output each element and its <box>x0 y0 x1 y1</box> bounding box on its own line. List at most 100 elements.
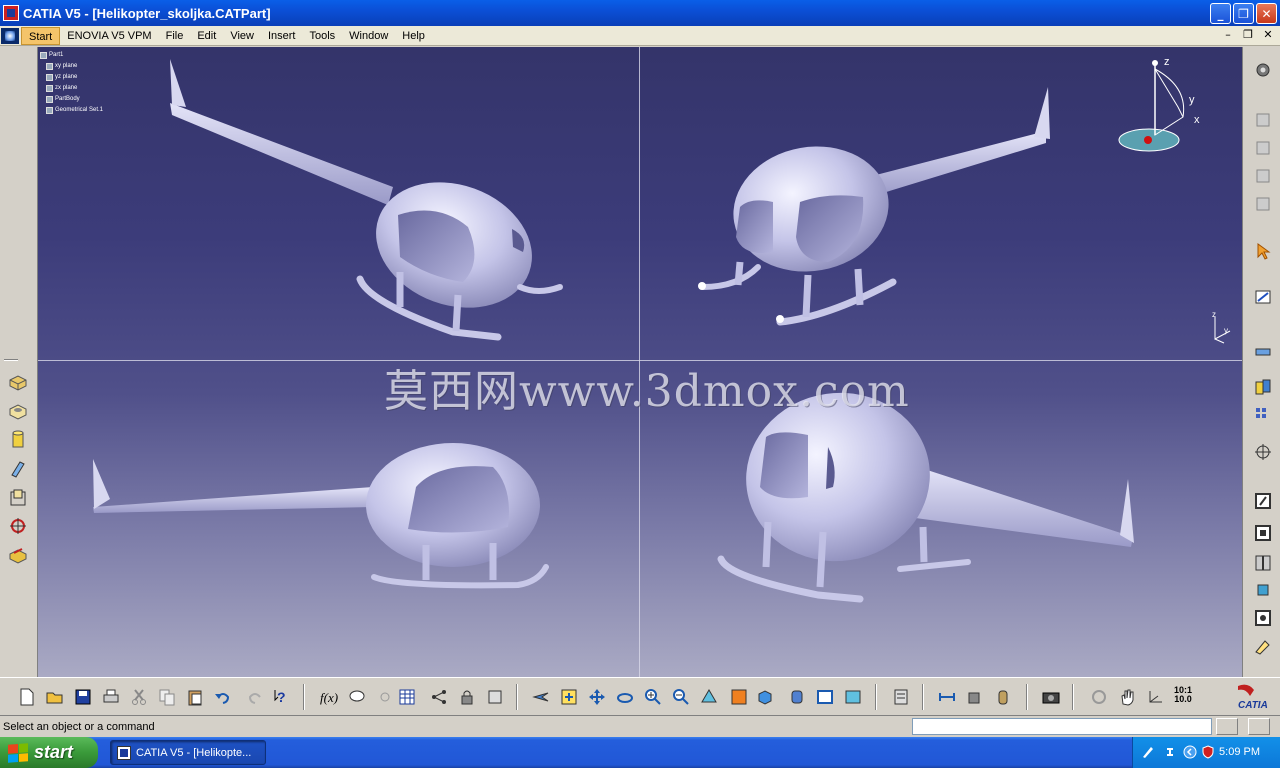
measure-between-icon[interactable] <box>936 686 958 708</box>
copy-icon[interactable] <box>156 686 178 708</box>
redo-icon[interactable] <box>244 686 266 708</box>
table-icon[interactable] <box>396 686 418 708</box>
catia-app-icon[interactable] <box>3 5 19 21</box>
rotate-icon[interactable] <box>614 686 636 708</box>
boolean-icon[interactable] <box>1252 376 1274 398</box>
annotation-icon[interactable] <box>1252 636 1274 658</box>
remove-face-icon[interactable] <box>1252 607 1274 629</box>
tree-node[interactable]: zx plane <box>40 83 103 94</box>
undo-icon[interactable] <box>212 686 234 708</box>
menu-view[interactable]: View <box>223 27 261 45</box>
collapse-tray-icon[interactable] <box>1183 745 1197 759</box>
measure-item-icon[interactable] <box>964 686 986 708</box>
pocket-icon[interactable] <box>7 400 29 422</box>
pattern-icon[interactable] <box>1252 404 1274 426</box>
tree-node[interactable]: xy plane <box>40 61 103 72</box>
security-shield-icon[interactable] <box>1201 745 1215 759</box>
formula-icon[interactable]: f(x) <box>318 686 340 708</box>
menu-window[interactable]: Window <box>342 27 395 45</box>
restore-button[interactable]: ❐ <box>1233 3 1254 24</box>
multi-view-icon[interactable] <box>728 686 750 708</box>
minimize-button[interactable]: _ <box>1210 3 1231 24</box>
helicopter-model-view-3[interactable] <box>93 443 549 589</box>
refresh-icon[interactable] <box>1088 686 1110 708</box>
fit-all-icon[interactable] <box>558 686 580 708</box>
zoom-out-icon[interactable] <box>670 686 692 708</box>
network-icon[interactable] <box>1163 745 1177 759</box>
command-cancel-button[interactable] <box>1248 718 1270 735</box>
comment-icon[interactable] <box>346 686 368 708</box>
knowledge-icon[interactable] <box>374 686 396 708</box>
measure-inertia-icon[interactable] <box>992 686 1014 708</box>
transform-icon[interactable] <box>1252 441 1274 463</box>
taskbar-clock[interactable]: 5:09 PM <box>1219 746 1260 758</box>
menu-start[interactable]: Start <box>21 26 61 45</box>
menu-file[interactable]: File <box>159 27 191 45</box>
tree-node[interactable]: yz plane <box>40 72 103 83</box>
pad-icon[interactable] <box>7 371 29 393</box>
menu-insert[interactable]: Insert <box>261 27 303 45</box>
multi-section-solid-icon[interactable] <box>7 487 29 509</box>
view-side-icon[interactable] <box>1252 165 1274 187</box>
rib-icon[interactable] <box>7 458 29 480</box>
print-icon[interactable] <box>100 686 122 708</box>
fillet-icon[interactable] <box>7 543 29 565</box>
gear-icon[interactable] <box>1252 59 1274 81</box>
workbench-icon[interactable] <box>484 686 506 708</box>
pan-icon[interactable] <box>586 686 608 708</box>
tree-node[interactable]: PartBody <box>40 94 103 105</box>
shading-icon[interactable] <box>786 686 808 708</box>
helicopter-model-view-1[interactable] <box>170 59 563 341</box>
select-arrow-icon[interactable] <box>1252 240 1274 262</box>
view-top-icon[interactable] <box>1252 137 1274 159</box>
open-icon[interactable] <box>44 686 66 708</box>
axis-system-icon[interactable] <box>1144 686 1166 708</box>
graph-icon[interactable] <box>428 686 450 708</box>
doc-minimize-button[interactable]: – <box>1220 28 1236 42</box>
whats-this-icon[interactable]: ? <box>272 686 294 708</box>
menu-edit[interactable]: Edit <box>190 27 223 45</box>
iso-view-icon[interactable] <box>754 686 776 708</box>
tree-node-root[interactable]: Part1 <box>40 50 103 61</box>
sketcher-icon[interactable] <box>1252 286 1274 308</box>
fly-mode-icon[interactable] <box>530 686 552 708</box>
shell-icon[interactable] <box>1252 522 1274 544</box>
command-input[interactable] <box>912 718 1212 735</box>
hole-icon[interactable] <box>7 515 29 537</box>
document-menu-icon[interactable] <box>1 27 19 44</box>
swap-space-icon[interactable] <box>842 686 864 708</box>
normal-view-icon[interactable] <box>698 686 720 708</box>
menu-help[interactable]: Help <box>395 27 432 45</box>
lock-icon[interactable] <box>456 686 478 708</box>
doc-restore-button[interactable]: ❐ <box>1240 28 1256 42</box>
menu-tools[interactable]: Tools <box>302 27 342 45</box>
zoom-in-icon[interactable] <box>642 686 664 708</box>
catalog-icon[interactable] <box>890 686 912 708</box>
cylinder-icon[interactable] <box>1252 579 1274 601</box>
save-icon[interactable] <box>72 686 94 708</box>
3d-viewport[interactable]: z y x z y Part1 xy plane yz plane zx pla… <box>38 47 1242 677</box>
hide-show-icon[interactable] <box>814 686 836 708</box>
menu-enovia[interactable]: ENOVIA V5 VPM <box>60 27 158 45</box>
tree-node[interactable]: Geometrical Set.1 <box>40 105 103 116</box>
paste-icon[interactable] <box>184 686 206 708</box>
thickness-icon[interactable] <box>1252 552 1274 574</box>
helicopter-model-view-2[interactable] <box>698 87 1050 326</box>
pen-icon[interactable] <box>1141 745 1155 759</box>
doc-close-button[interactable]: ✕ <box>1260 28 1276 42</box>
view-iso-icon[interactable] <box>1252 193 1274 215</box>
new-icon[interactable] <box>16 686 38 708</box>
start-button[interactable]: start <box>0 737 98 768</box>
measure-icon[interactable] <box>1252 340 1274 362</box>
cut-icon[interactable] <box>128 686 150 708</box>
command-accept-button[interactable] <box>1216 718 1238 735</box>
catia-logo-text: CATIA <box>1238 700 1268 711</box>
close-button[interactable]: ✕ <box>1256 3 1277 24</box>
hand-icon[interactable] <box>1116 686 1138 708</box>
camera-icon[interactable] <box>1040 686 1062 708</box>
taskbar-item-catia[interactable]: CATIA V5 - [Helikopte... <box>110 740 266 765</box>
shaft-icon[interactable] <box>7 429 29 451</box>
draft-icon[interactable] <box>1252 490 1274 512</box>
compass-widget[interactable]: z y x <box>1118 56 1200 152</box>
view-front-icon[interactable] <box>1252 109 1274 131</box>
